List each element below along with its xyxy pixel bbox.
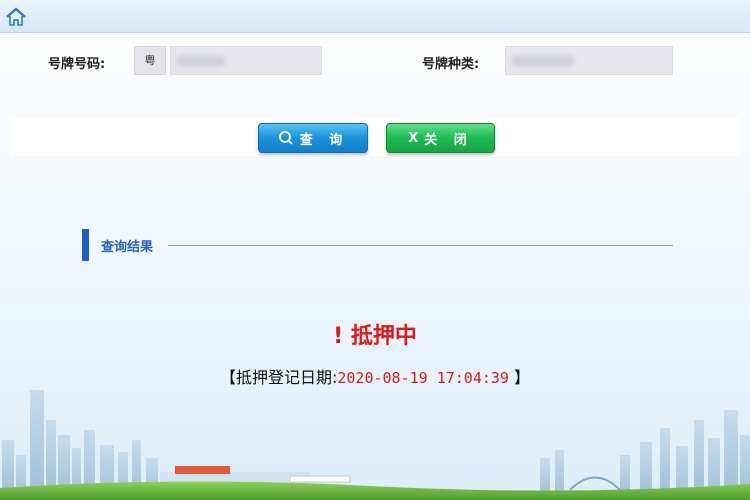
warning-icon: ! — [333, 324, 344, 349]
status-line: ! 抵押中 — [0, 318, 750, 350]
plate-number-input[interactable] — [170, 46, 322, 75]
province-select[interactable]: 粤 — [134, 46, 166, 75]
masked-value — [177, 56, 225, 66]
search-icon — [278, 131, 293, 145]
close-button[interactable]: X 关 闭 — [386, 123, 495, 153]
top-bar — [0, 0, 750, 33]
query-button-label: 查 询 — [299, 132, 349, 148]
city-skyline-illustration — [0, 390, 750, 500]
plate-type-select[interactable] — [505, 46, 673, 75]
plate-number-label: 号牌号码: — [48, 57, 106, 72]
button-panel — [10, 118, 740, 156]
section-divider — [168, 245, 673, 246]
results-section-title: 查询结果 — [101, 240, 154, 255]
section-marker — [82, 229, 89, 261]
query-button[interactable]: 查 询 — [258, 123, 368, 153]
home-icon[interactable] — [5, 6, 27, 28]
masked-value — [512, 56, 574, 66]
close-icon: X — [408, 130, 419, 146]
plate-type-label: 号牌种类: — [422, 57, 480, 72]
close-button-label: 关 闭 — [424, 132, 473, 148]
status-text: 抵押中 — [350, 324, 417, 349]
